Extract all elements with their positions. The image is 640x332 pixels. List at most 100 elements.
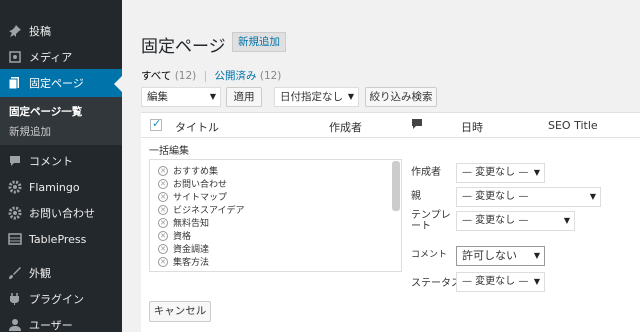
list-item: ✕ サイトマップ — [158, 190, 227, 203]
sidebar-item-label: 外観 — [29, 267, 51, 280]
status-select-value: — 変更なし — — [462, 276, 529, 287]
bulk-edit-page-list[interactable]: ✕ おすすめ集 ✕ お問い合わせ ✕ サイトマップ ✕ ビジネスアイデア ✕ 無料告知 ✕… — [149, 159, 402, 272]
list-item: ✕ 無料告知 — [158, 216, 209, 229]
remove-icon[interactable]: ✕ — [158, 256, 168, 267]
sidebar-item-label: コメント — [29, 155, 73, 168]
chevron-down-icon: ▼ — [533, 168, 540, 177]
parent-select-value: — 変更なし — — [462, 191, 529, 202]
list-item: ✕ おすすめ集 — [158, 164, 218, 177]
select-all-checkbox[interactable]: ✓ — [150, 117, 162, 131]
brush-icon — [7, 265, 23, 281]
column-date[interactable]: 日時 — [461, 119, 483, 135]
bulk-edit-panel: 一括編集 ✕ おすすめ集 ✕ お問い合わせ ✕ サイトマップ ✕ ビジネスアイデア ✕ 無… — [141, 138, 640, 332]
remove-icon[interactable]: ✕ — [158, 217, 168, 228]
list-item-label: 無料告知 — [173, 219, 210, 229]
comment-select-value: 許可しない — [462, 249, 517, 262]
list-item-label: 集客方法 — [173, 258, 210, 268]
gear-icon — [7, 179, 23, 195]
checkmark-icon: ✓ — [152, 117, 162, 130]
sidebar-item-tablepress[interactable]: TablePress — [0, 226, 122, 252]
template-select[interactable]: — 変更なし — ▼ — [456, 211, 575, 231]
author-label: 作成者 — [411, 167, 441, 178]
bulk-action-value: 編集 — [147, 91, 168, 103]
page-title: 固定ページ — [141, 37, 226, 57]
date-filter-select[interactable]: 日付指定なし ▼ — [274, 87, 359, 107]
date-filter-value: 日付指定なし — [280, 91, 343, 103]
comment-column-icon[interactable] — [411, 118, 423, 133]
sidebar-item-comments[interactable]: コメント — [0, 148, 122, 174]
template-select-value: — 変更なし — — [462, 215, 529, 226]
filter-published-count: (12) — [259, 70, 282, 82]
active-menu-arrow — [114, 76, 122, 92]
list-item-label: おすすめ集 — [173, 167, 219, 177]
author-select-value: — 変更なし — — [462, 167, 529, 178]
sidebar-item-media[interactable]: メディア — [0, 44, 122, 70]
scrollbar[interactable] — [392, 161, 400, 211]
list-item-label: お問い合わせ — [173, 180, 228, 190]
comment-icon — [7, 153, 23, 169]
pages-icon — [7, 75, 23, 91]
remove-icon[interactable]: ✕ — [158, 243, 168, 254]
author-select[interactable]: — 変更なし — ▼ — [456, 163, 545, 183]
remove-icon[interactable]: ✕ — [158, 230, 168, 241]
status-select[interactable]: — 変更なし — ▼ — [456, 272, 545, 292]
column-seo-title[interactable]: SEO Title — [548, 119, 598, 132]
admin-sidebar: 投稿 メディア 固定ページ 固定ページ一覧 新規追加 コメント Flamingo… — [0, 0, 122, 332]
table-header: ✓ タイトル 作成者 日時 SEO Title — [141, 112, 640, 138]
filter-published-link[interactable]: 公開済み — [215, 70, 257, 82]
list-item: ✕ 資格 — [158, 229, 191, 242]
chevron-down-icon: ▼ — [533, 277, 540, 286]
column-author: 作成者 — [329, 121, 362, 134]
remove-icon[interactable]: ✕ — [158, 165, 168, 176]
list-item-label: サイトマップ — [173, 193, 228, 203]
parent-label: 親 — [411, 191, 421, 202]
sidebar-item-flamingo[interactable]: Flamingo — [0, 174, 122, 200]
bulk-edit-title: 一括編集 — [149, 146, 189, 157]
parent-select[interactable]: — 変更なし — ▼ — [456, 187, 601, 207]
main-content: 固定ページ 新規追加 すべて (12) | 公開済み (12) 編集 ▼ 適用 … — [122, 0, 640, 332]
chevron-down-icon: ▼ — [589, 192, 596, 201]
sidebar-item-label: お問い合わせ — [29, 207, 95, 220]
filter-button[interactable]: 絞り込み検索 — [365, 87, 437, 107]
plugin-icon — [7, 291, 23, 307]
media-icon — [7, 49, 23, 65]
user-icon — [7, 317, 23, 332]
add-new-button[interactable]: 新規追加 — [232, 32, 286, 52]
gear-icon — [7, 205, 23, 221]
status-label: ステータス — [411, 278, 461, 289]
sidebar-item-label: Flamingo — [29, 180, 80, 194]
sidebar-item-users[interactable]: ユーザー — [0, 312, 122, 332]
sidebar-item-posts[interactable]: 投稿 — [0, 18, 122, 44]
table-icon — [7, 231, 23, 247]
filter-all-link[interactable]: すべて — [141, 70, 171, 82]
list-item: ✕ ビジネスアイデア — [158, 203, 245, 216]
sidebar-item-plugins[interactable]: プラグイン — [0, 286, 122, 312]
list-item: ✕ 集客方法 — [158, 255, 209, 268]
remove-icon[interactable]: ✕ — [158, 191, 168, 202]
sidebar-item-contact[interactable]: お問い合わせ — [0, 200, 122, 226]
sidebar-item-pages[interactable]: 固定ページ — [0, 69, 122, 97]
apply-button[interactable]: 適用 — [226, 87, 262, 107]
chevron-down-icon: ▼ — [347, 92, 354, 101]
pin-icon — [7, 23, 23, 39]
list-item-label: ビジネスアイデア — [173, 206, 245, 216]
submenu-add-new[interactable]: 新規追加 — [9, 124, 51, 139]
chevron-down-icon: ▼ — [533, 251, 540, 260]
list-item: ✕ 資金調達 — [158, 242, 209, 255]
cancel-button[interactable]: キャンセル — [149, 301, 211, 322]
comment-select[interactable]: 許可しない ▼ — [456, 246, 545, 266]
bulk-action-select[interactable]: 編集 ▼ — [141, 87, 221, 107]
sidebar-item-label: ユーザー — [29, 319, 73, 332]
list-item-label: 資格 — [173, 232, 192, 242]
sidebar-item-label: 投稿 — [29, 25, 51, 38]
sidebar-submenu: 固定ページ一覧 新規追加 — [0, 97, 122, 145]
sidebar-item-label: プラグイン — [29, 293, 84, 306]
column-title[interactable]: タイトル — [175, 119, 219, 135]
sidebar-item-appearance[interactable]: 外観 — [0, 260, 122, 286]
filter-separator: | — [203, 70, 208, 82]
filter-all-count: (12) — [174, 70, 197, 82]
remove-icon[interactable]: ✕ — [158, 178, 168, 189]
submenu-all-pages[interactable]: 固定ページ一覧 — [9, 104, 82, 119]
remove-icon[interactable]: ✕ — [158, 204, 168, 215]
template-label: テンプレート — [411, 210, 451, 232]
